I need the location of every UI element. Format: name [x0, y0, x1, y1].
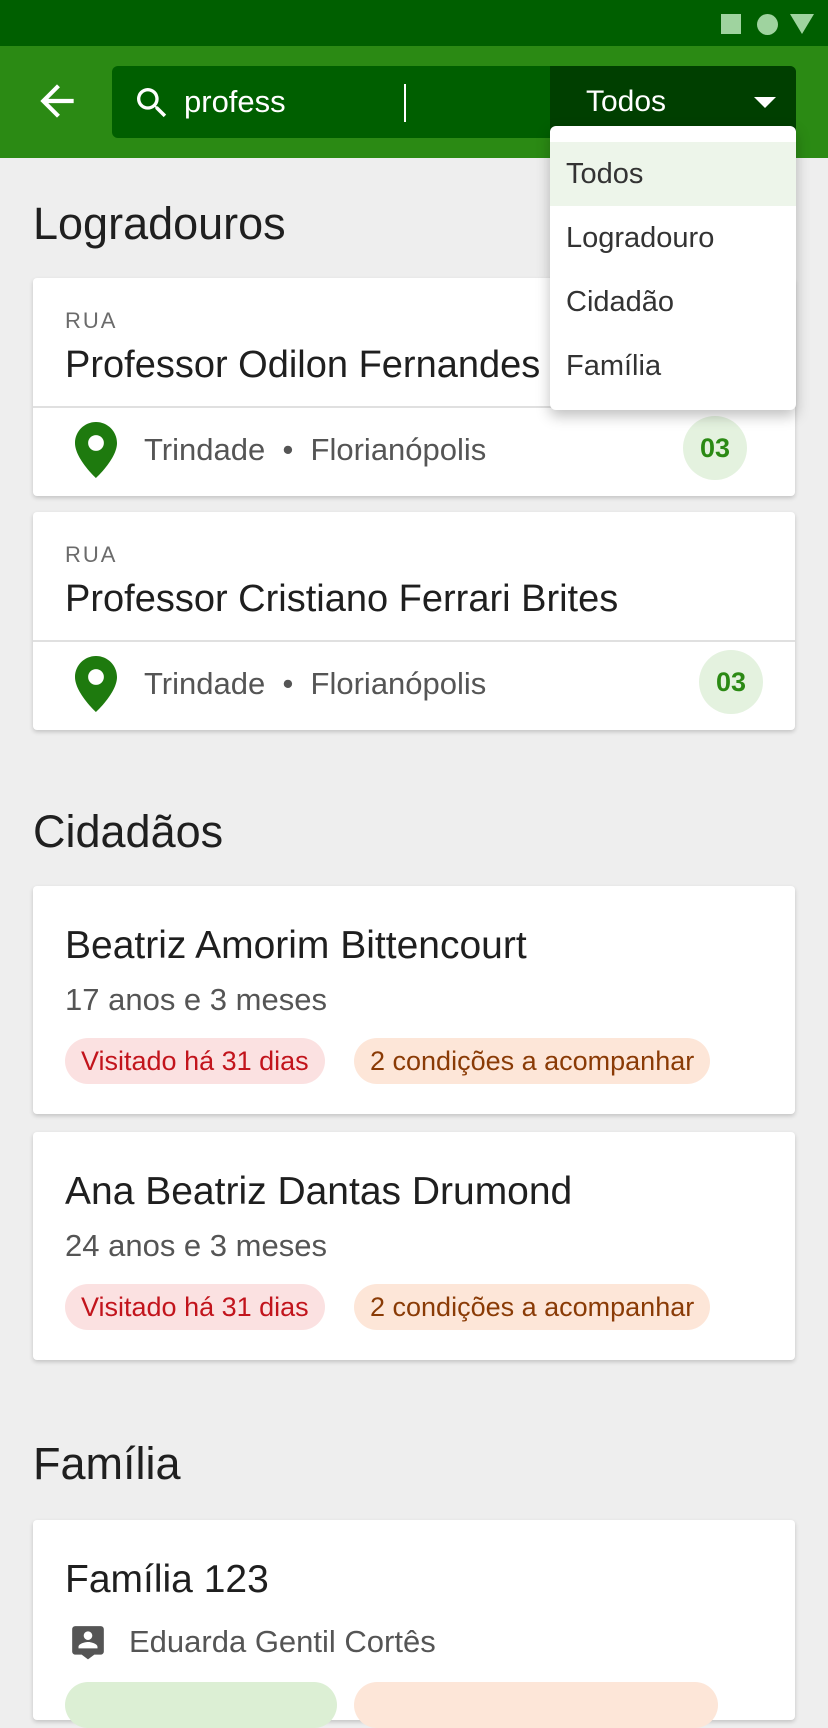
street-card[interactable]: RUA Professor Cristiano Ferrari Brites T… — [33, 512, 795, 730]
neighborhood: Trindade — [144, 432, 266, 467]
citizen-card[interactable]: Ana Beatriz Dantas Drumond 24 anos e 3 m… — [33, 1132, 795, 1360]
family-tag — [65, 1682, 337, 1728]
section-title-cidadaos: Cidadãos — [33, 806, 224, 857]
section-title-familia: Família — [33, 1438, 181, 1489]
back-button[interactable] — [32, 76, 82, 126]
family-tag — [354, 1682, 718, 1728]
family-name: Família 123 — [65, 1558, 269, 1601]
street-name: Professor Odilon Fernandes — [65, 344, 541, 386]
count-badge: 03 — [683, 416, 747, 480]
text-cursor — [404, 84, 406, 122]
filter-dropdown-menu: Todos Logradouro Cidadão Família — [550, 126, 796, 410]
visit-status-tag: Visitado há 31 dias — [65, 1038, 325, 1084]
street-type: RUA — [65, 542, 118, 567]
family-card[interactable]: Família 123 Eduarda Gentil Cortês — [33, 1520, 795, 1728]
conditions-tag: 2 condições a acompanhar — [354, 1284, 711, 1330]
back-nav-icon — [790, 14, 814, 34]
separator-dot: • — [273, 432, 302, 467]
status-bar — [0, 0, 828, 46]
filter-option-logradouro[interactable]: Logradouro — [550, 206, 796, 270]
citizen-age: 17 anos e 3 meses — [65, 982, 327, 1017]
filter-option-familia[interactable]: Família — [550, 334, 796, 398]
citizen-name: Ana Beatriz Dantas Drumond — [65, 1170, 573, 1213]
count-badge: 03 — [699, 650, 763, 714]
chevron-down-icon — [754, 97, 776, 108]
person-badge-icon — [72, 1626, 104, 1660]
home-icon — [757, 14, 778, 35]
recent-apps-icon — [721, 14, 741, 34]
neighborhood: Trindade — [144, 666, 266, 701]
citizen-name: Beatriz Amorim Bittencourt — [65, 924, 527, 967]
visit-status-tag: Visitado há 31 dias — [65, 1284, 325, 1330]
location-pin-icon — [75, 656, 117, 712]
citizen-age: 24 anos e 3 meses — [65, 1228, 327, 1263]
street-location: Trindade • Florianópolis — [144, 666, 486, 702]
family-responsible: Eduarda Gentil Cortês — [129, 1624, 436, 1659]
street-name: Professor Cristiano Ferrari Brites — [65, 578, 619, 620]
city: Florianópolis — [310, 432, 487, 467]
street-location: Trindade • Florianópolis — [144, 432, 486, 468]
filter-option-todos[interactable]: Todos — [550, 142, 796, 206]
search-input[interactable] — [184, 78, 544, 126]
back-arrow-icon — [40, 84, 74, 118]
city: Florianópolis — [310, 666, 487, 701]
separator-dot: • — [273, 666, 302, 701]
section-title-logradouros: Logradouros — [33, 198, 286, 249]
filter-option-cidadao[interactable]: Cidadão — [550, 270, 796, 334]
search-icon — [137, 88, 167, 118]
conditions-tag: 2 condições a acompanhar — [354, 1038, 711, 1084]
citizen-card[interactable]: Beatriz Amorim Bittencourt 17 anos e 3 m… — [33, 886, 795, 1114]
street-type: RUA — [65, 308, 118, 333]
divider — [33, 640, 795, 642]
location-pin-icon — [75, 422, 117, 478]
filter-selected-value: Todos — [586, 85, 667, 118]
